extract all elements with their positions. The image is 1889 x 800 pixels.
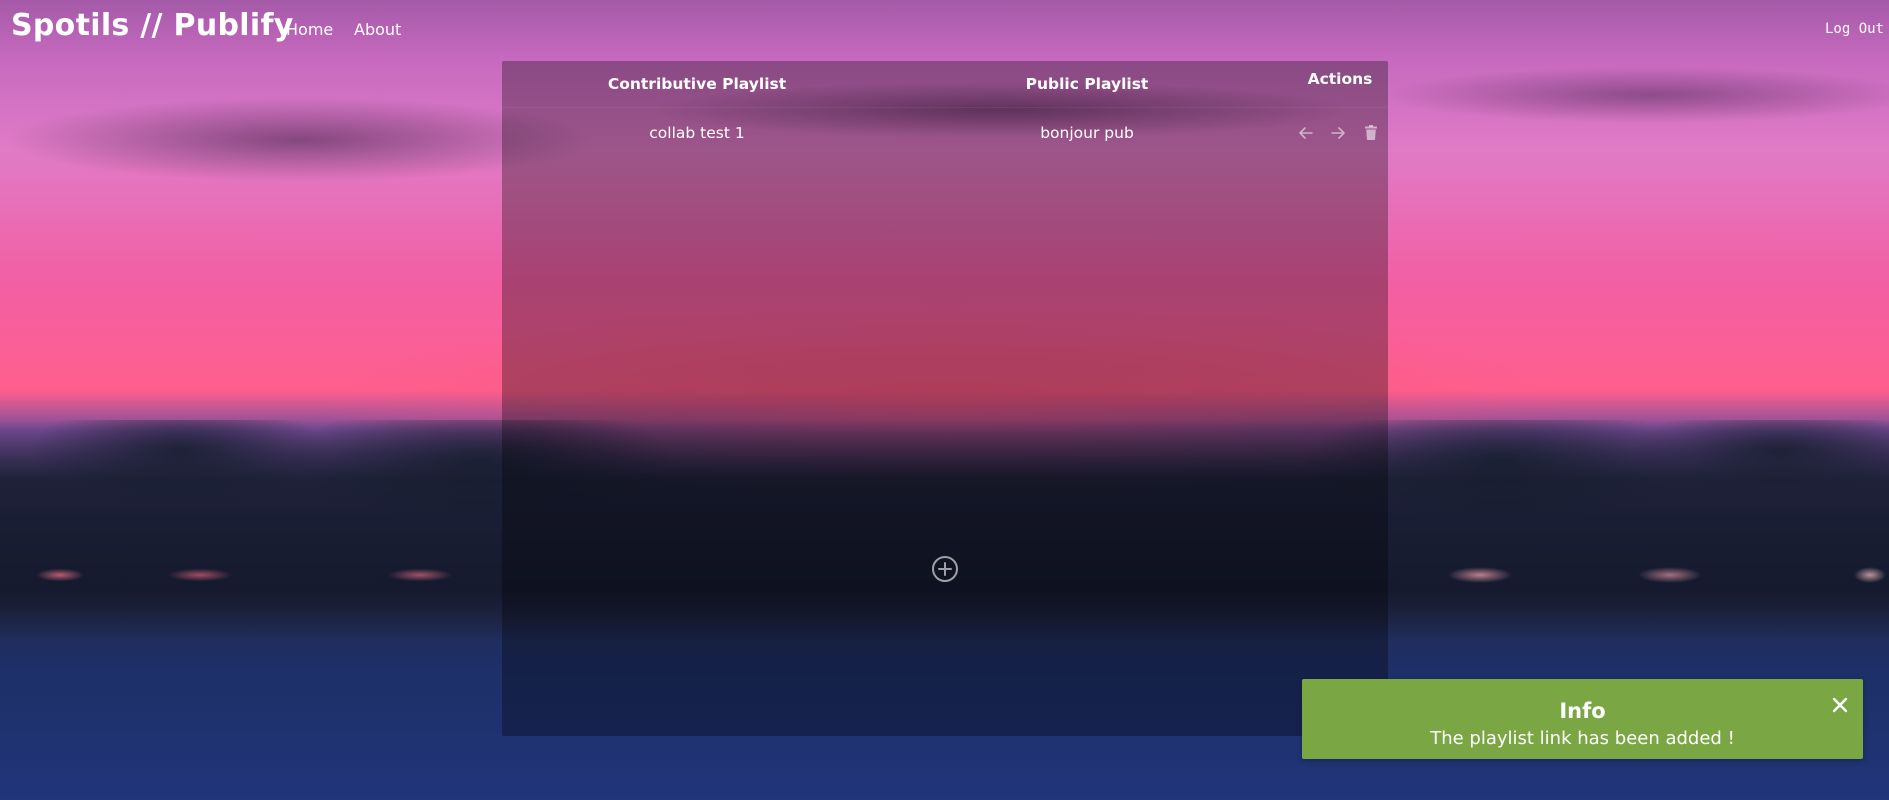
toast-title: Info <box>1559 699 1606 723</box>
nav-link-about[interactable]: About <box>354 20 401 39</box>
header-actions: Actions <box>1307 70 1373 88</box>
trash-icon[interactable] <box>1360 122 1382 144</box>
arrow-left-icon[interactable] <box>1295 122 1317 144</box>
playlist-panel: Contributive Playlist Public Playlist Ac… <box>502 61 1388 736</box>
header-public-playlist: Public Playlist <box>1025 75 1149 93</box>
table-header: Contributive Playlist Public Playlist Ac… <box>502 61 1388 108</box>
add-playlist-button[interactable] <box>931 555 959 583</box>
table-row: collab test 1 bonjour pub <box>502 108 1388 162</box>
navbar: Spotils // Publify Home About Log Out <box>0 0 1889 60</box>
arrow-right-icon[interactable] <box>1327 122 1349 144</box>
close-icon[interactable] <box>1831 696 1849 714</box>
logout-button[interactable]: Log Out <box>1825 21 1884 37</box>
cell-contributive-playlist: collab test 1 <box>649 124 745 142</box>
toast-message: The playlist link has been added ! <box>1430 728 1735 749</box>
nav-link-home[interactable]: Home <box>286 20 333 39</box>
cell-public-playlist: bonjour pub <box>1040 124 1134 142</box>
brand-title[interactable]: Spotils // Publify <box>11 8 294 43</box>
info-toast: Info The playlist link has been added ! <box>1302 679 1863 759</box>
header-contributive-playlist: Contributive Playlist <box>607 75 787 93</box>
plus-circle-icon <box>932 556 958 582</box>
